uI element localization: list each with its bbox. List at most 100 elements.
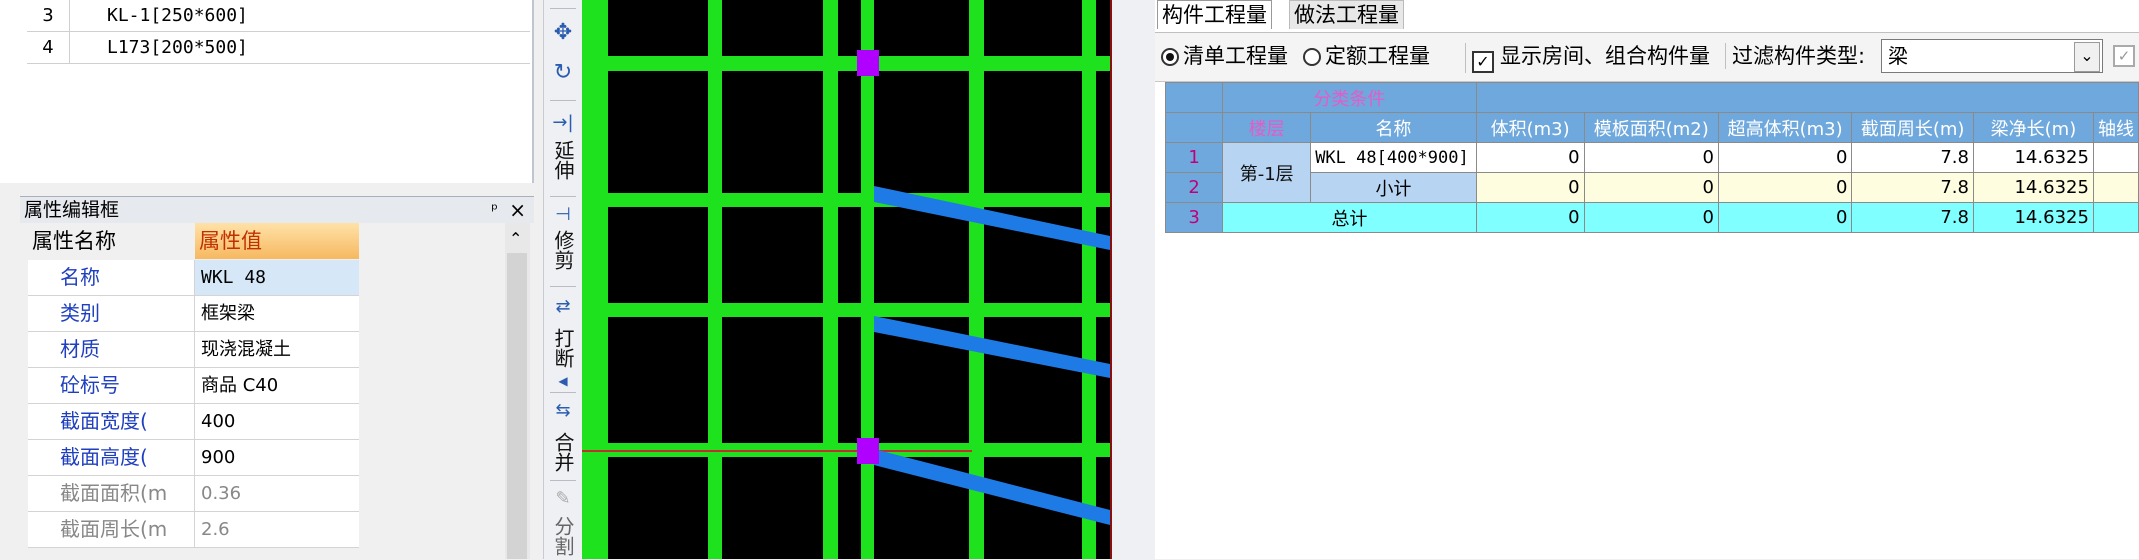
filter-type-select[interactable]: 梁 ⌄ (1881, 39, 2103, 73)
grid-beam[interactable] (708, 0, 722, 559)
dropdown-arrow-icon[interactable]: ◀ (544, 374, 582, 388)
column-header[interactable]: 名称 (1310, 112, 1477, 143)
table-row[interactable]: 1 第-1层 WKL 48[400*900] 0 0 0 7.8 14.6325 (1164, 142, 2139, 203)
property-row[interactable]: 砼标号 商品 C40 (28, 368, 359, 404)
options-bar: 清单工程量 定额工程量 ✓ 显示房间、组合构件量 过滤构件类型: 梁 ⌄ ✓ (1155, 32, 2139, 82)
value-cell: 14.6325 (1972, 202, 2094, 233)
grid-beam[interactable] (861, 0, 874, 559)
close-icon[interactable]: × (509, 197, 526, 223)
value-cell: 14.6325 (1972, 142, 2094, 173)
merge-icon[interactable]: ⇆ (544, 400, 582, 421)
pin-icon[interactable]: ᵖ (491, 197, 498, 223)
rotate-icon[interactable]: ↻ (544, 60, 582, 85)
value-cell: 0 (1475, 142, 1585, 173)
split-icon[interactable]: ✎ (544, 488, 582, 509)
column-header[interactable]: 超高体积(m3) (1717, 112, 1853, 143)
value-cell: 0 (1583, 202, 1719, 233)
value-cell: 7.8 (1851, 142, 1974, 173)
extend-icon[interactable]: →| (544, 112, 582, 133)
radio-icon (1303, 48, 1321, 66)
node-marker[interactable] (857, 438, 879, 464)
diagonal-beam[interactable] (874, 449, 1110, 525)
split-button[interactable]: 分割 (544, 516, 582, 560)
grid-beam[interactable] (582, 0, 608, 559)
value-cell: 0 (1717, 202, 1853, 233)
column-header[interactable]: 梁净长(m) (1972, 112, 2094, 143)
quantity-table: 分类条件 楼层 名称 体积(m3) 模板面积(m2) 超高体积(m3) 截面周长… (1164, 82, 2139, 233)
separator (550, 480, 576, 481)
property-value[interactable]: 900 (195, 440, 359, 475)
property-scrollbar[interactable]: ⌃ (505, 223, 530, 559)
show-room-checkbox[interactable]: ✓ 显示房间、组合构件量 (1465, 43, 1710, 73)
row-number: 3 (27, 0, 70, 31)
diagonal-beam[interactable] (874, 316, 1110, 378)
grid-beam[interactable] (582, 303, 1110, 317)
component-name: L173[200*500] (107, 37, 248, 58)
property-name: 截面周长(m (28, 512, 195, 547)
property-value[interactable]: WKL 48 (195, 260, 359, 295)
separator (550, 100, 576, 101)
move-icon[interactable]: ✥ (544, 20, 582, 45)
property-value[interactable]: 现浇混凝土 (195, 332, 359, 367)
edit-toolbar: ✥ ↻ →| 延伸 ⊣ 修剪 ⇄ 打断 ◀ ⇆ 合并 ✎ 分割 (543, 0, 583, 559)
show-room-label: 显示房间、组合构件量 (1500, 44, 1710, 68)
value-cell: 0 (1717, 172, 1853, 203)
extra-checkbox[interactable]: ✓ (2113, 45, 2135, 67)
break-icon[interactable]: ⇄ (544, 296, 582, 317)
node-marker[interactable] (857, 50, 879, 76)
total-label: 总计 (1222, 202, 1477, 233)
column-header[interactable]: 截面周长(m) (1851, 112, 1974, 143)
property-value[interactable]: 400 (195, 404, 359, 439)
radio-list-quantity[interactable]: 清单工程量 (1161, 43, 1288, 69)
list-item[interactable]: 4 L173[200*500] (27, 32, 530, 64)
trim-button[interactable]: 修剪 (544, 230, 582, 274)
extend-button[interactable]: 延伸 (544, 140, 582, 184)
table-row[interactable]: 2 小计 0 0 0 7.8 14.6325 (1164, 172, 2139, 203)
property-row[interactable]: 截面面积(m 0.36 (28, 476, 359, 512)
merge-button[interactable]: 合并 (544, 432, 582, 476)
filter-label: 过滤构件类型: (1725, 43, 1865, 69)
break-label: 打断 (551, 328, 575, 368)
property-value: 2.6 (195, 512, 359, 547)
property-value: 0.36 (195, 476, 359, 511)
separator (550, 8, 576, 9)
property-row[interactable]: 名称 WKL 48 (28, 260, 359, 296)
property-value[interactable]: 框架梁 (195, 296, 359, 331)
chevron-down-icon[interactable]: ⌄ (2074, 42, 2100, 72)
grid-beam[interactable] (1082, 0, 1096, 559)
column-header[interactable]: 体积(m3) (1475, 112, 1585, 143)
separator (550, 286, 576, 287)
break-button[interactable]: 打断 (544, 328, 582, 372)
group-header: 分类条件 (1222, 82, 1477, 113)
trim-icon[interactable]: ⊣ (544, 204, 582, 225)
property-row[interactable]: 截面周长(m 2.6 (28, 512, 359, 548)
value-cell: 7.8 (1851, 202, 1974, 233)
trim-label: 修剪 (551, 230, 575, 270)
value-cell: 0 (1583, 142, 1719, 173)
property-row[interactable]: 材质 现浇混凝土 (28, 332, 359, 368)
filter-type-value: 梁 (1888, 44, 1908, 68)
merge-label: 合并 (551, 432, 575, 472)
property-row[interactable]: 截面高度( 900 (28, 440, 359, 476)
grid-drawing (582, 0, 1110, 559)
property-grid: 属性名称 属性值 名称 WKL 48 类别 框架梁 材质 现浇混凝土 砼标号 商… (20, 223, 534, 559)
column-header[interactable]: 模板面积(m2) (1583, 112, 1719, 143)
scrollbar-thumb[interactable] (507, 253, 527, 559)
property-row[interactable]: 截面宽度( 400 (28, 404, 359, 440)
radio-quota-quantity[interactable]: 定额工程量 (1303, 43, 1430, 69)
grid-beam[interactable] (582, 56, 1110, 71)
property-value[interactable]: 商品 C40 (195, 368, 359, 403)
column-header[interactable]: 轴线 (2092, 112, 2139, 143)
property-editor-titlebar: 属性编辑框 ᵖ × (20, 196, 534, 224)
column-header[interactable]: 楼层 (1222, 112, 1312, 143)
grid-beam[interactable] (823, 0, 838, 559)
drawing-canvas[interactable] (582, 0, 1110, 559)
chevron-up-icon[interactable]: ⌃ (509, 229, 522, 248)
tab-method-quantity[interactable]: 做法工程量 (1289, 0, 1404, 29)
tab-component-quantity[interactable]: 构件工程量 (1157, 0, 1272, 29)
grid-beam[interactable] (582, 193, 1110, 207)
list-item[interactable]: 3 KL-1[250*600] (27, 0, 530, 32)
panel-splitter[interactable] (1112, 0, 1155, 559)
table-row[interactable]: 3 总计 0 0 0 7.8 14.6325 (1164, 202, 2139, 233)
property-row[interactable]: 类别 框架梁 (28, 296, 359, 332)
